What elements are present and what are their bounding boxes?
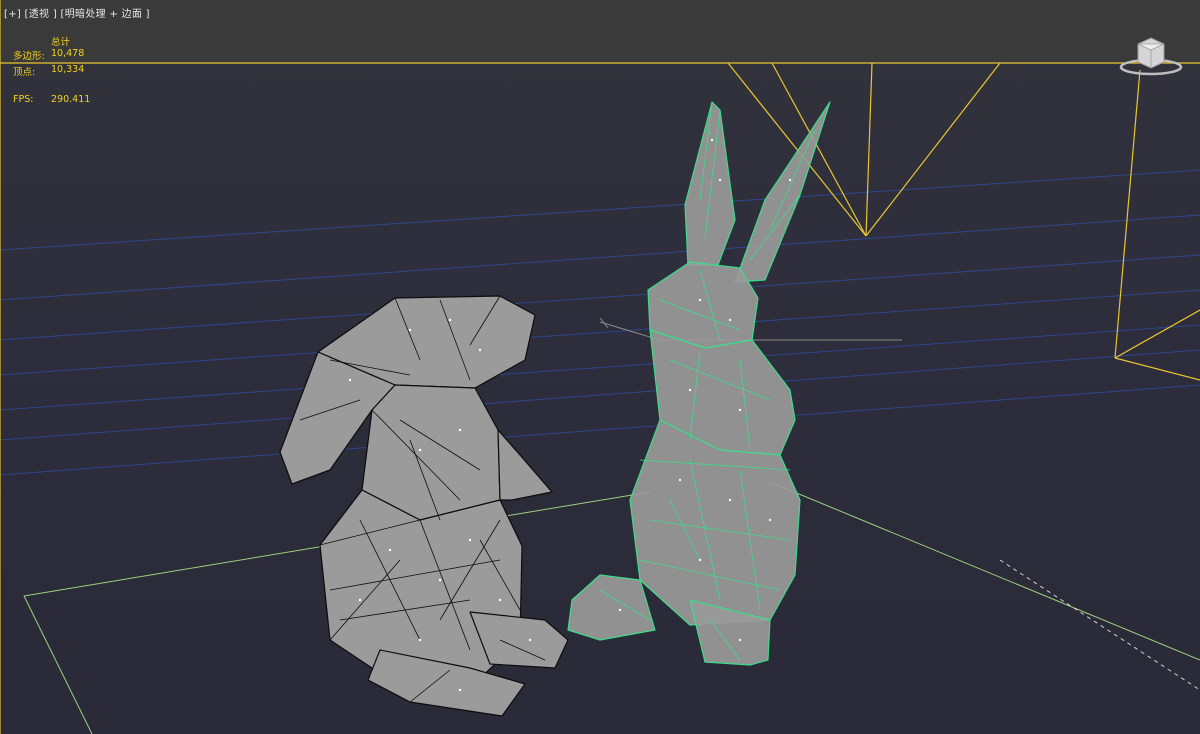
fps-label: FPS: (13, 94, 34, 105)
bunny-left-arm (497, 429, 553, 501)
camera-line (727, 62, 867, 237)
wire-edge (769, 129, 816, 231)
blue-line (0, 169, 1200, 251)
stats-header: 总计 (51, 37, 71, 48)
viewcube-icon[interactable] (1118, 34, 1184, 78)
bunny-right-tail-foot (567, 574, 656, 641)
blue-line (0, 214, 1200, 301)
scene-canvas[interactable] (0, 0, 1200, 734)
bunny-right-ear-left (684, 101, 736, 266)
grid-dash-line (999, 559, 1200, 691)
camera-line (1114, 357, 1200, 381)
grid-line (769, 481, 1200, 661)
blue-line (0, 349, 1200, 441)
blue-line (0, 384, 1200, 476)
camera-line (1114, 69, 1141, 359)
fps-value: 290.411 (51, 94, 91, 105)
blue-line (0, 324, 1200, 411)
bunny-right[interactable] (567, 101, 831, 666)
camera-line (865, 62, 873, 237)
polygons-label: 多边形: (13, 51, 45, 62)
perspective-viewport[interactable]: [+] [透视 ] [明暗处理 + 边面 ] 总计 多边形: 10,478 顶点… (0, 0, 1200, 734)
bunny-left-head (361, 384, 501, 521)
viewport-label[interactable]: [+] [透视 ] [明暗处理 + 边面 ] (4, 5, 150, 20)
vertices-value: 10,334 (51, 64, 85, 75)
vertices-label: 顶点: (13, 67, 36, 78)
bunny-right-ear-right (734, 101, 831, 283)
bunny-left[interactable] (279, 295, 569, 717)
blue-line (0, 289, 1200, 376)
axis-line (599, 317, 609, 329)
blue-line (0, 254, 1200, 341)
polygons-value: 10,478 (51, 48, 85, 59)
grid-line (23, 595, 93, 734)
camera-line (865, 62, 1001, 237)
